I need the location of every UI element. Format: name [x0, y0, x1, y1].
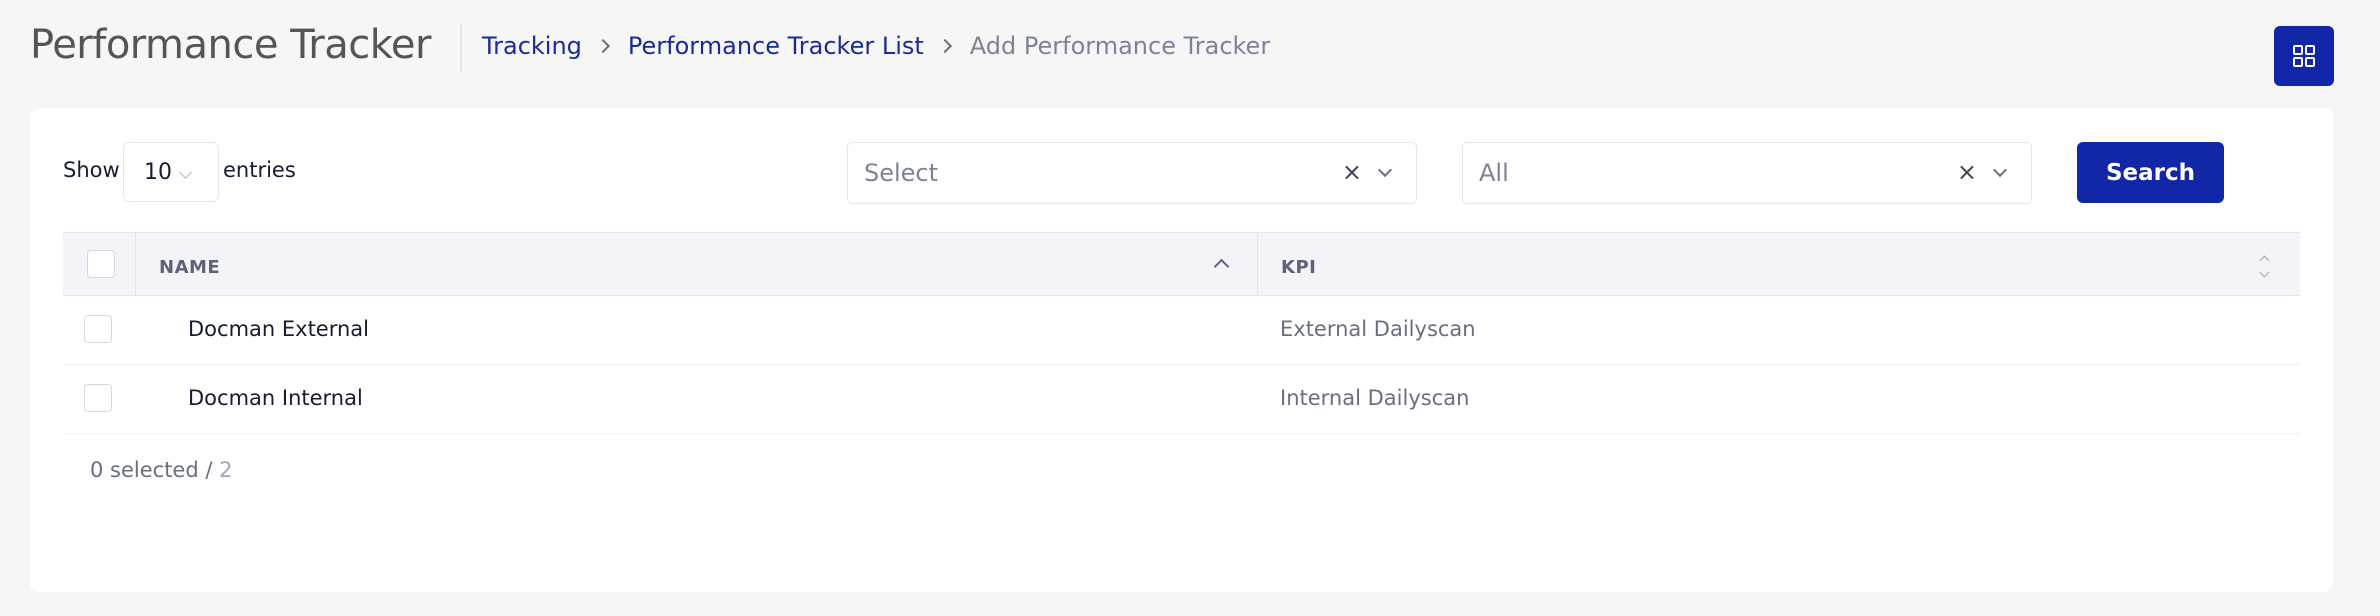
clear-icon[interactable]: ×	[1342, 158, 1362, 186]
table-header: NAME KPI	[63, 232, 2300, 296]
sort-icon	[2259, 255, 2270, 266]
entries-label: entries	[223, 158, 296, 182]
clear-icon[interactable]: ×	[1957, 158, 1977, 186]
breadcrumb: Tracking Performance Tracker List Add Pe…	[482, 32, 1270, 60]
grid-menu-button[interactable]	[2274, 26, 2334, 86]
tracker-card: Show 10 entries Select × All × Search NA…	[30, 108, 2333, 592]
selection-separator: /	[198, 458, 220, 482]
cell-kpi: Internal Dailyscan	[1280, 386, 1470, 410]
column-header-kpi-label: KPI	[1281, 257, 1317, 278]
chevron-down-icon[interactable]	[1992, 162, 2008, 178]
chevron-down-icon[interactable]	[1377, 162, 1393, 178]
selection-info: 0 selected / 2	[90, 458, 233, 482]
chevron-down-icon	[179, 166, 192, 179]
filter-select-1-value: Select	[864, 159, 939, 187]
breadcrumb-current: Add Performance Tracker	[969, 32, 1271, 60]
breadcrumb-performance-tracker-list[interactable]: Performance Tracker List	[628, 32, 924, 60]
column-header-name-label: NAME	[159, 257, 221, 278]
page-length-value: 10	[144, 159, 172, 185]
sort-asc-icon	[1213, 258, 1230, 275]
total-count: 2	[219, 458, 233, 482]
search-button[interactable]: Search	[2077, 142, 2224, 203]
column-header-name[interactable]: NAME	[136, 233, 1258, 295]
chevron-right-icon	[595, 38, 610, 54]
select-all-checkbox[interactable]	[87, 250, 115, 278]
cell-name: Docman External	[188, 317, 370, 341]
row-checkbox[interactable]	[84, 384, 112, 412]
show-label: Show	[63, 158, 120, 182]
cell-kpi: External Dailyscan	[1280, 317, 1476, 341]
filter-select-2-value: All	[1479, 159, 1509, 187]
filter-select-1[interactable]: Select ×	[847, 142, 1417, 204]
row-checkbox[interactable]	[84, 315, 112, 343]
header-check-cell	[63, 233, 136, 295]
page-length-select[interactable]: 10	[123, 142, 219, 202]
grid-icon	[2293, 45, 2315, 67]
cell-name: Docman Internal	[188, 386, 363, 410]
table-row: Docman External External Dailyscan	[63, 296, 2300, 365]
selected-count: 0 selected	[90, 458, 199, 482]
table-row: Docman Internal Internal Dailyscan	[63, 365, 2300, 434]
title-divider	[460, 24, 462, 72]
sort-icon	[2259, 267, 2270, 278]
page-title: Performance Tracker	[30, 22, 432, 68]
filter-select-2[interactable]: All ×	[1462, 142, 2032, 204]
column-header-kpi[interactable]: KPI	[1258, 233, 2300, 295]
breadcrumb-tracking[interactable]: Tracking	[482, 32, 582, 60]
chevron-right-icon	[937, 38, 952, 54]
tracker-table: NAME KPI Docman External External Dailys…	[63, 232, 2300, 434]
